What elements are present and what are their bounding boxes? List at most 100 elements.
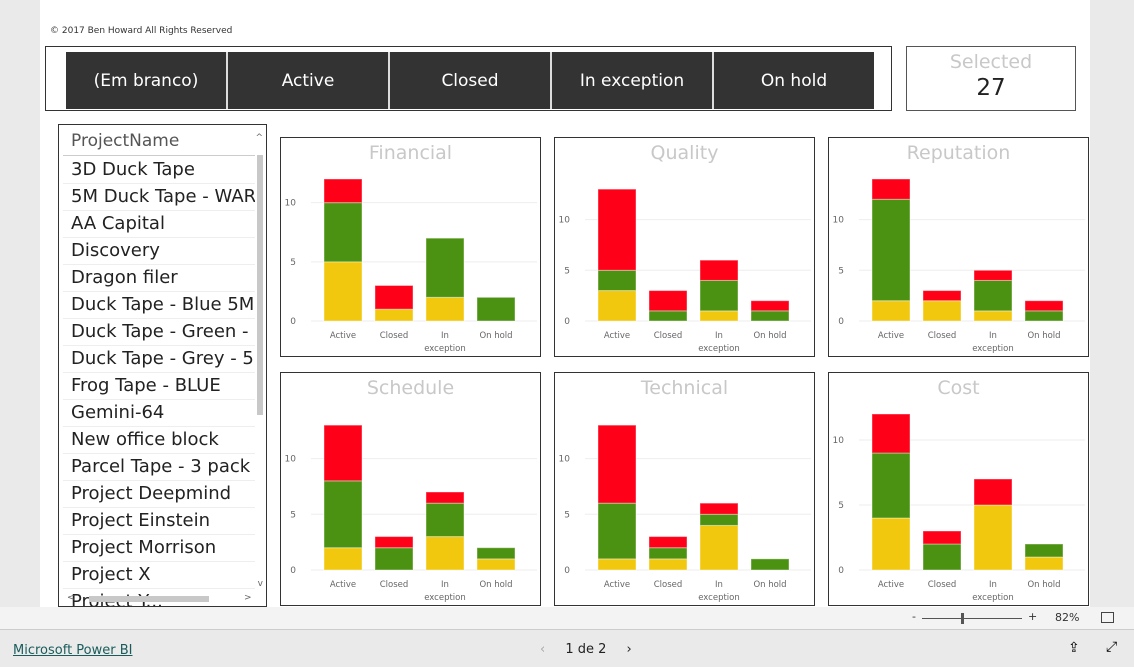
bar-segment[interactable] bbox=[1024, 556, 1064, 571]
bar-segment[interactable] bbox=[750, 558, 790, 571]
list-item[interactable]: Parcel Tape - 3 pack bbox=[63, 454, 255, 481]
slicer-closed[interactable]: Closed bbox=[390, 52, 552, 109]
scroll-thumb[interactable] bbox=[257, 155, 263, 415]
bar-segment[interactable] bbox=[1024, 543, 1064, 558]
bar-segment[interactable] bbox=[323, 424, 363, 482]
fit-to-page-icon[interactable] bbox=[1101, 612, 1114, 623]
zoom-slider-thumb[interactable] bbox=[961, 613, 964, 624]
list-item[interactable]: 5M Duck Tape - WARI bbox=[63, 184, 255, 211]
bar-segment[interactable] bbox=[648, 536, 688, 549]
bar-segment[interactable] bbox=[648, 290, 688, 312]
fullscreen-icon[interactable]: ⤢ bbox=[1106, 639, 1117, 655]
bar-segment[interactable] bbox=[750, 300, 790, 312]
slicer-em-branco[interactable]: (Em branco) bbox=[66, 52, 228, 109]
list-item[interactable]: Project Deepmind bbox=[63, 481, 255, 508]
bar-segment[interactable] bbox=[871, 198, 911, 302]
chart-quality[interactable]: Quality 0 5 10 Active Closed In exception On hol… bbox=[554, 137, 815, 357]
list-item[interactable]: Frog Tape - BLUE bbox=[63, 373, 255, 400]
bar-segment[interactable] bbox=[922, 543, 962, 571]
zoom-slider[interactable] bbox=[922, 618, 1022, 619]
bar-segment[interactable] bbox=[699, 524, 739, 571]
bar-segment[interactable] bbox=[374, 536, 414, 549]
bar-segment[interactable] bbox=[699, 310, 739, 322]
bar-segment[interactable] bbox=[871, 413, 911, 454]
slicer-in-exception[interactable]: In exception bbox=[552, 52, 714, 109]
list-item[interactable]: Project X bbox=[63, 562, 255, 589]
bar-segment[interactable] bbox=[597, 290, 637, 322]
chart-reputation[interactable]: Reputation 0 5 10 Active Closed In exception On … bbox=[828, 137, 1089, 357]
bar-segment[interactable] bbox=[374, 308, 414, 322]
bar-segment[interactable] bbox=[648, 547, 688, 560]
bar-segment[interactable] bbox=[476, 296, 516, 322]
bar-segment[interactable] bbox=[699, 259, 739, 281]
zoom-in-button[interactable]: + bbox=[1028, 610, 1037, 623]
bar-segment[interactable] bbox=[648, 310, 688, 322]
bar-segment[interactable] bbox=[699, 502, 739, 515]
bar-segment[interactable] bbox=[871, 452, 911, 519]
chart-schedule[interactable]: Schedule 0 5 10 Active Closed In exception On ho… bbox=[280, 372, 541, 606]
bar-segment[interactable] bbox=[425, 502, 465, 538]
bar-segment[interactable] bbox=[597, 502, 637, 560]
bar-segment[interactable] bbox=[699, 279, 739, 312]
bar-segment[interactable] bbox=[425, 491, 465, 504]
list-item[interactable]: 3D Duck Tape bbox=[63, 157, 255, 184]
bar-segment[interactable] bbox=[922, 300, 962, 322]
list-item[interactable]: Duck Tape - Blue 5M bbox=[63, 292, 255, 319]
slicer-active[interactable]: Active bbox=[228, 52, 390, 109]
bar-segment[interactable] bbox=[871, 178, 911, 200]
bar-segment[interactable] bbox=[323, 261, 363, 322]
bar-segment[interactable] bbox=[374, 547, 414, 571]
bar-segment[interactable] bbox=[699, 513, 739, 526]
bar-segment[interactable] bbox=[323, 480, 363, 549]
bar-segment[interactable] bbox=[973, 279, 1013, 312]
list-item[interactable]: AA Capital bbox=[63, 211, 255, 238]
power-bi-link[interactable]: Microsoft Power BI bbox=[13, 643, 132, 658]
vertical-scrollbar[interactable] bbox=[257, 139, 263, 599]
scroll-left-icon[interactable]: < bbox=[67, 593, 75, 603]
horizontal-scroll-thumb[interactable] bbox=[89, 596, 209, 602]
chart-cost[interactable]: Cost 0 5 10 Active Closed In exception On hold bbox=[828, 372, 1089, 606]
chart-technical[interactable]: Technical 0 5 10 Active Closed In exception On h… bbox=[554, 372, 815, 606]
bar-segment[interactable] bbox=[648, 558, 688, 571]
bar-segment[interactable] bbox=[973, 269, 1013, 281]
bar-segment[interactable] bbox=[597, 424, 637, 504]
bar-segment[interactable] bbox=[425, 237, 465, 298]
bar-segment[interactable] bbox=[425, 536, 465, 571]
list-item[interactable]: Project Morrison bbox=[63, 535, 255, 562]
bar-segment[interactable] bbox=[1024, 300, 1064, 312]
bar-segment[interactable] bbox=[323, 202, 363, 263]
bar-segment[interactable] bbox=[425, 296, 465, 322]
bar-segment[interactable] bbox=[476, 558, 516, 571]
list-item[interactable]: Gemini-64 bbox=[63, 400, 255, 427]
scroll-up-icon[interactable]: ^ bbox=[255, 133, 263, 143]
bar-segment[interactable] bbox=[476, 547, 516, 560]
next-page-icon[interactable]: › bbox=[627, 642, 632, 657]
bar-segment[interactable] bbox=[323, 178, 363, 204]
bar-segment[interactable] bbox=[973, 310, 1013, 322]
chart-financial[interactable]: Financial 0 5 10 Active Closed In exception On h… bbox=[280, 137, 541, 357]
list-item[interactable]: Dragon filer bbox=[63, 265, 255, 292]
bar-segment[interactable] bbox=[323, 547, 363, 571]
share-icon[interactable]: ⇪ bbox=[1068, 640, 1080, 656]
bar-segment[interactable] bbox=[1024, 310, 1064, 322]
list-item[interactable]: Project Einstein bbox=[63, 508, 255, 535]
scroll-down-icon[interactable]: v bbox=[258, 579, 263, 589]
list-item[interactable]: Discovery bbox=[63, 238, 255, 265]
scroll-right-icon[interactable]: > bbox=[244, 593, 252, 603]
bar-segment[interactable] bbox=[922, 530, 962, 545]
bar-segment[interactable] bbox=[871, 517, 911, 571]
list-item[interactable]: Duck Tape - Grey - 5M bbox=[63, 346, 255, 373]
bar-segment[interactable] bbox=[973, 478, 1013, 506]
bar-segment[interactable] bbox=[871, 300, 911, 322]
prev-page-icon[interactable]: ‹ bbox=[540, 642, 545, 657]
zoom-out-button[interactable]: - bbox=[912, 610, 916, 623]
bar-segment[interactable] bbox=[922, 290, 962, 302]
bar-segment[interactable] bbox=[973, 504, 1013, 571]
list-item[interactable]: New office block bbox=[63, 427, 255, 454]
list-item[interactable]: Duck Tape - Green - 5 bbox=[63, 319, 255, 346]
slicer-on-hold[interactable]: On hold bbox=[714, 52, 874, 109]
bar-segment[interactable] bbox=[597, 269, 637, 292]
bar-segment[interactable] bbox=[597, 188, 637, 271]
bar-segment[interactable] bbox=[750, 310, 790, 322]
bar-segment[interactable] bbox=[597, 558, 637, 571]
